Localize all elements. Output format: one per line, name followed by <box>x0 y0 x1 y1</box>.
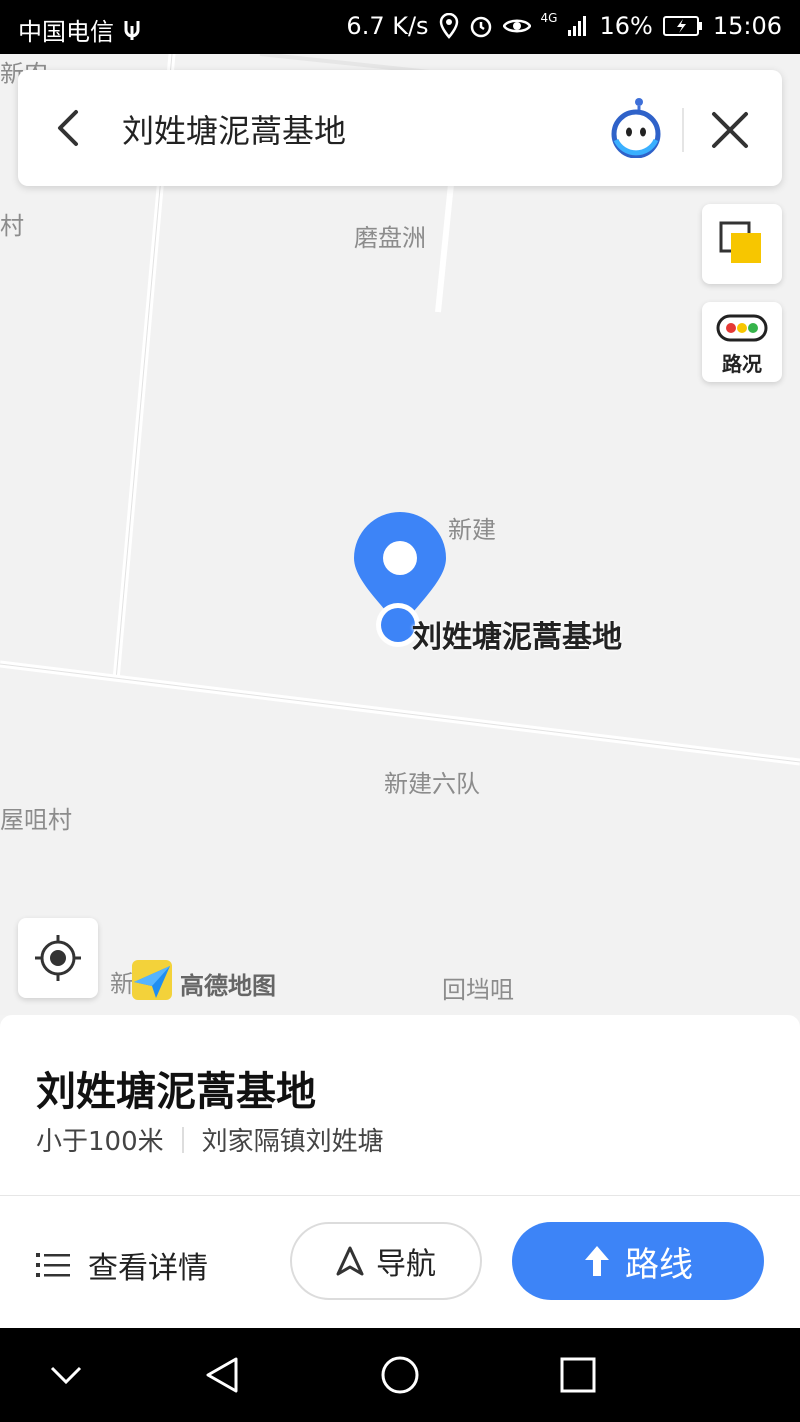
home-circle-icon[interactable] <box>380 1355 420 1395</box>
chevron-down-icon[interactable] <box>46 1360 86 1390</box>
search-bar: 刘姓塘泥蒿基地 <box>18 70 782 186</box>
map-view[interactable]: 新农 村 磨盘洲 新建 新建六队 屋咀村 新 回垱咀 刘姓塘泥蒿基地 高德地图 <box>0 54 800 1015</box>
eye-icon <box>502 19 531 33</box>
my-location-button[interactable] <box>18 918 98 998</box>
search-divider <box>682 108 684 152</box>
poi-info-card[interactable]: 刘姓塘泥蒿基地 小于100米 刘家隔镇刘姓塘 查看详情 导航 路线 <box>0 1015 800 1328</box>
poi-address: 刘家隔镇刘姓塘 <box>201 1127 384 1157</box>
search-query[interactable]: 刘姓塘泥蒿基地 <box>122 106 346 152</box>
card-divider <box>0 1195 800 1196</box>
close-icon[interactable] <box>708 108 752 152</box>
traffic-label: 路况 <box>722 352 762 376</box>
signal-icon <box>568 16 587 36</box>
clock: 15:06 <box>712 12 782 40</box>
traffic-button[interactable]: 路况 <box>702 302 782 382</box>
map-place-label: 屋咀村 <box>0 806 72 834</box>
map-place-label: 磨盘洲 <box>354 224 426 252</box>
map-place-label: 新建六队 <box>384 770 480 798</box>
system-nav-bar <box>0 1328 800 1422</box>
alarm-icon <box>470 16 491 38</box>
amap-logo-icon <box>132 960 172 1000</box>
navigation-arrow-icon <box>336 1246 364 1276</box>
subtitle-separator <box>181 1126 184 1153</box>
network-type: 4G <box>540 11 558 25</box>
carrier-name: 中国电信 <box>18 18 114 46</box>
usb-icon <box>124 20 140 40</box>
recents-square-icon[interactable] <box>558 1355 598 1395</box>
map-layers-button[interactable] <box>702 204 782 284</box>
layers-icon <box>719 221 761 263</box>
map-place-label: 村 <box>0 212 24 240</box>
route-button[interactable]: 路线 <box>512 1222 764 1300</box>
poi-map-label: 刘姓塘泥蒿基地 <box>412 620 622 655</box>
status-bar: 中国电信 6.7 K/s 4G 16% 15:06 <box>0 0 800 54</box>
voice-assistant-icon[interactable] <box>606 96 666 158</box>
location-icon <box>439 13 458 39</box>
route-label: 路线 <box>625 1244 693 1285</box>
map-place-label: 回垱咀 <box>442 976 514 1004</box>
view-details-label: 查看详情 <box>88 1251 208 1286</box>
list-icon <box>36 1253 70 1277</box>
poi-title: 刘姓塘泥蒿基地 <box>36 1069 316 1115</box>
network-speed: 6.7 K/s <box>346 12 429 40</box>
battery-icon <box>662 16 702 36</box>
back-triangle-icon[interactable] <box>202 1355 242 1395</box>
route-arrow-icon <box>585 1246 609 1276</box>
map-place-label: 新建 <box>448 516 496 544</box>
battery-percent: 16% <box>599 12 653 40</box>
navigate-label: 导航 <box>376 1247 436 1282</box>
map-logo-text: 高德地图 <box>180 972 276 1000</box>
navigate-button[interactable]: 导航 <box>290 1222 482 1300</box>
back-arrow-icon[interactable] <box>46 104 94 152</box>
view-details-button[interactable]: 查看详情 <box>36 1243 208 1287</box>
poi-distance: 小于100米 <box>36 1127 164 1157</box>
traffic-light-icon <box>716 314 768 342</box>
poi-subtitle: 小于100米 刘家隔镇刘姓塘 <box>36 1121 384 1158</box>
locate-crosshair-icon <box>35 935 81 981</box>
